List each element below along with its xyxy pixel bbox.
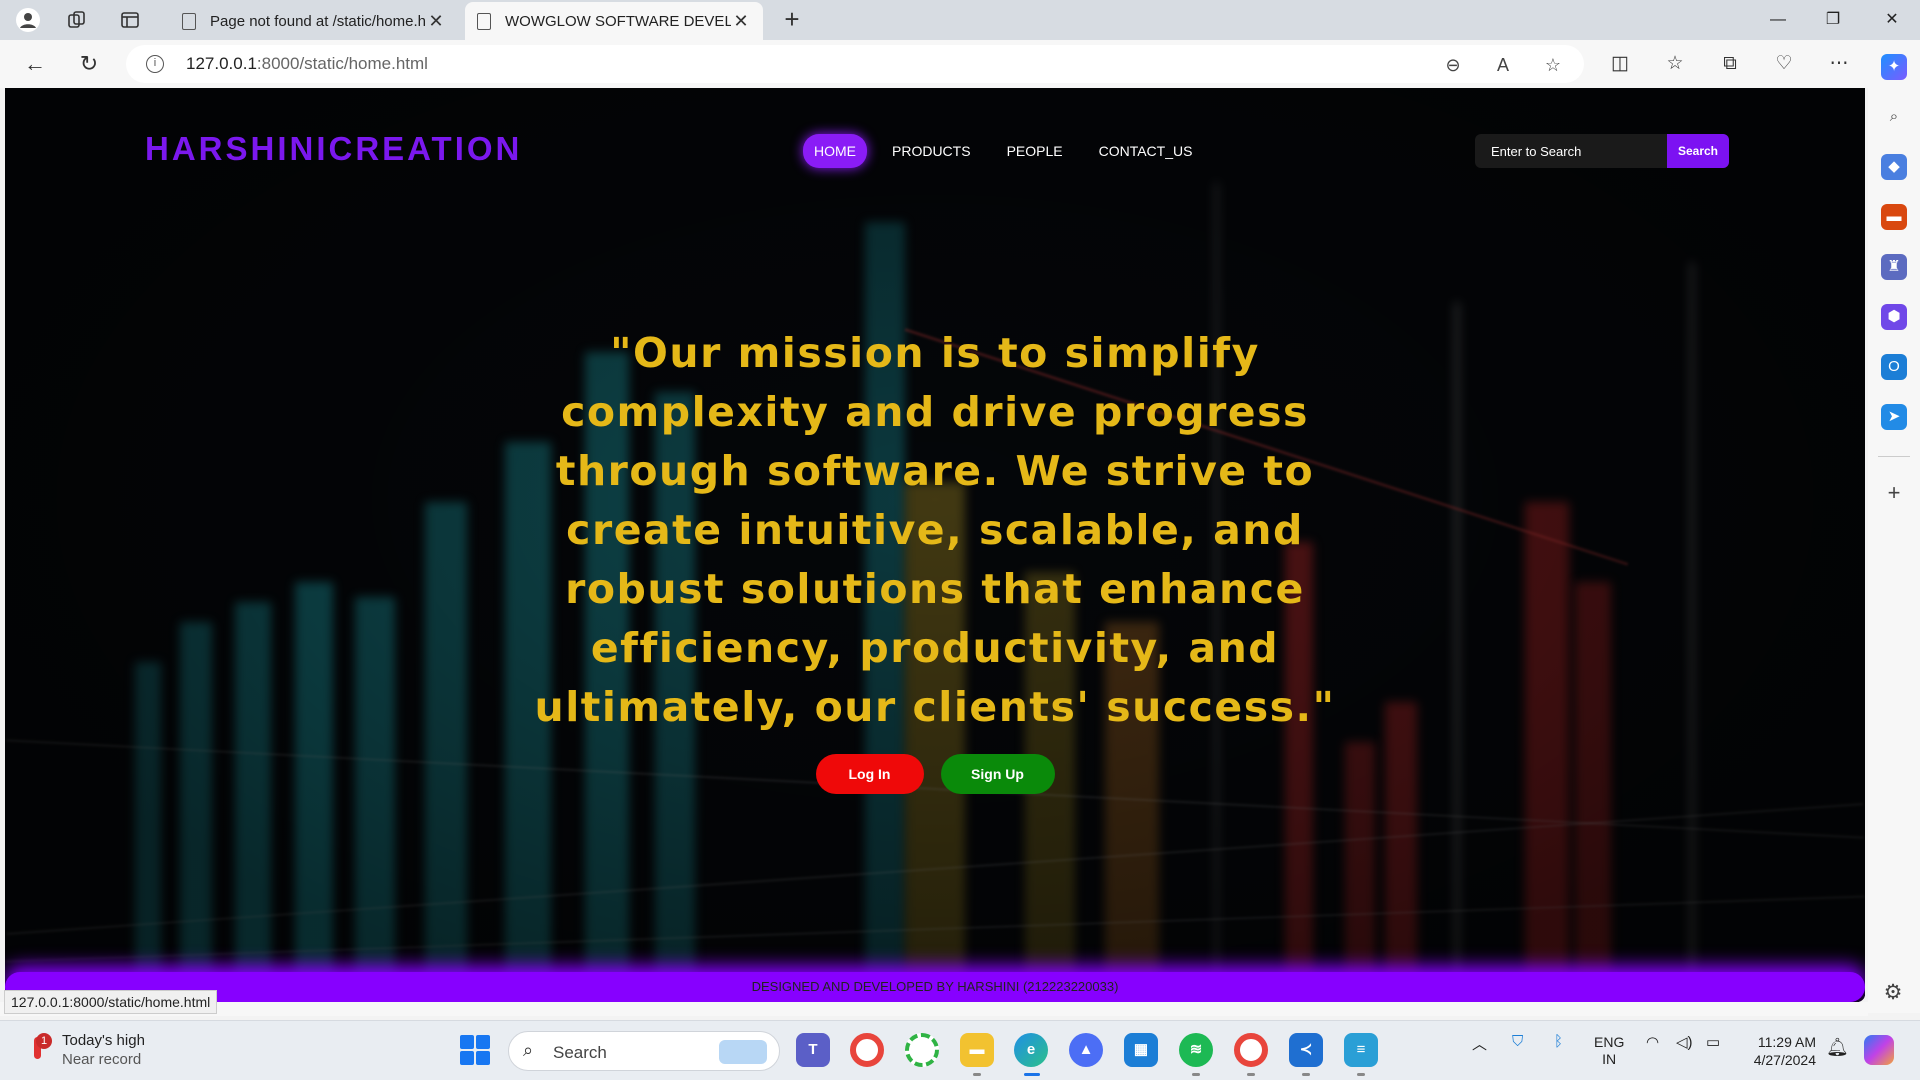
- running-indicator: [1302, 1073, 1310, 1076]
- notepad-icon[interactable]: ≡: [1344, 1033, 1378, 1067]
- copilot-icon[interactable]: ✦: [1881, 54, 1907, 80]
- send-icon[interactable]: ➤: [1881, 404, 1907, 430]
- workspaces-icon[interactable]: [63, 6, 91, 34]
- document-icon: [182, 12, 196, 30]
- running-indicator: [1357, 1073, 1365, 1076]
- bluetooth-icon[interactable]: ᛒ: [1554, 1033, 1563, 1050]
- mission-statement: "Our mission is to simplify complexity a…: [534, 329, 1336, 731]
- site-search: Search: [1475, 134, 1729, 168]
- profile-icon[interactable]: [14, 6, 42, 34]
- address-field[interactable]: i 127.0.0.1:8000/static/home.html ⊖ A ☆: [126, 45, 1584, 83]
- show-hidden-icons-icon[interactable]: ︿: [1472, 1033, 1487, 1054]
- nav-home[interactable]: HOME: [803, 134, 867, 168]
- login-button[interactable]: Log In: [815, 754, 924, 794]
- close-tab-icon[interactable]: ✕: [426, 11, 446, 32]
- minimize-button[interactable]: —: [1758, 6, 1798, 34]
- more-menu-icon[interactable]: ⋯: [1825, 50, 1853, 78]
- add-icon[interactable]: +: [1881, 480, 1907, 506]
- weather-subtitle: Near record: [62, 1051, 142, 1068]
- language-indicator[interactable]: ENG IN: [1594, 1034, 1624, 1068]
- wifi-icon[interactable]: ◠: [1646, 1033, 1659, 1051]
- security-shield-icon[interactable]: ⛉: [1512, 1033, 1523, 1050]
- store-icon[interactable]: ▦: [1124, 1033, 1158, 1067]
- auth-buttons: Log In Sign Up: [5, 754, 1865, 794]
- taskbar-search[interactable]: ⌕ Search: [508, 1031, 780, 1071]
- weather-alert-badge: 1: [36, 1033, 52, 1049]
- search-highlight-icon: [719, 1040, 767, 1064]
- vertical-tabs-icon[interactable]: [116, 6, 144, 34]
- status-bar-url: 127.0.0.1:8000/static/home.html: [4, 990, 218, 1014]
- outlook-icon[interactable]: O: [1881, 354, 1907, 380]
- search-input[interactable]: [1475, 134, 1667, 168]
- file-explorer-icon[interactable]: ▬: [960, 1033, 994, 1067]
- web-page: HARSHINICREATION HOME PRODUCTS PEOPLE CO…: [5, 88, 1865, 1002]
- browser-essentials-icon[interactable]: ♡: [1770, 50, 1798, 78]
- site-info-icon[interactable]: i: [146, 55, 164, 73]
- battery-icon[interactable]: ▭: [1706, 1033, 1720, 1051]
- active-indicator: [1024, 1073, 1040, 1076]
- sidebar-settings-icon[interactable]: ⚙: [1880, 980, 1906, 1006]
- thermometer-icon: 1: [26, 1033, 52, 1065]
- weather-widget[interactable]: 1 Today's high Near record: [26, 1031, 145, 1069]
- running-indicator: [1247, 1073, 1255, 1076]
- tab-page-not-found[interactable]: Page not found at /static/home.h ✕: [170, 2, 458, 40]
- site-footer: DESIGNED AND DEVELOPED BY HARSHINI (2122…: [5, 972, 1865, 1002]
- refresh-button[interactable]: ↻: [74, 50, 104, 80]
- nav-people[interactable]: PEOPLE: [996, 134, 1074, 168]
- notification-bell-icon[interactable]: 🔔︎: [1826, 1037, 1849, 1058]
- search-button[interactable]: Search: [1667, 134, 1729, 168]
- tab-wowglow[interactable]: WOWGLOW SOFTWARE DEVELO ✕: [465, 2, 763, 40]
- tools-icon[interactable]: ▬: [1881, 204, 1907, 230]
- split-screen-icon[interactable]: ◫: [1606, 50, 1634, 78]
- main-nav: HOME PRODUCTS PEOPLE CONTACT_US: [803, 134, 1217, 168]
- zoom-out-icon[interactable]: ⊖: [1442, 54, 1464, 76]
- app-launcher-icon[interactable]: ▲: [1069, 1033, 1103, 1067]
- copilot-taskbar-icon[interactable]: [1864, 1035, 1894, 1065]
- restore-button[interactable]: ❐: [1813, 6, 1853, 34]
- search-icon[interactable]: ⌕: [1881, 104, 1907, 130]
- close-window-button[interactable]: ✕: [1872, 6, 1912, 34]
- running-indicator: [973, 1073, 981, 1076]
- read-aloud-icon[interactable]: A: [1492, 54, 1514, 76]
- volume-icon[interactable]: ◁): [1676, 1033, 1693, 1051]
- edge-icon[interactable]: e: [1014, 1033, 1048, 1067]
- clock-time: 11:29 AM: [1757, 1034, 1816, 1050]
- back-button[interactable]: ←: [20, 50, 50, 80]
- taskbar-search-label: Search: [553, 1043, 607, 1062]
- tab-title: Page not found at /static/home.h: [210, 12, 426, 30]
- chrome-profile-icon[interactable]: [1234, 1033, 1268, 1067]
- document-icon: [477, 12, 491, 30]
- weather-title: Today's high: [62, 1032, 145, 1049]
- new-tab-button[interactable]: +: [778, 6, 806, 34]
- games-icon[interactable]: ♜: [1881, 254, 1907, 280]
- start-button[interactable]: [460, 1035, 490, 1065]
- collections-icon[interactable]: ⧉: [1716, 50, 1744, 78]
- url-text: 127.0.0.1:8000/static/home.html: [186, 54, 428, 73]
- edge-sidebar: ✦ ⌕ ◆ ▬ ♜ ⬢ O ➤ +: [1868, 54, 1920, 1013]
- sidebar-divider: [1878, 456, 1910, 457]
- windows-taskbar: 1 Today's high Near record ⌕ Search T ▬ …: [0, 1020, 1920, 1080]
- favorite-star-icon[interactable]: ☆: [1542, 54, 1564, 76]
- system-clock[interactable]: 11:29 AM 4/27/2024: [1750, 1033, 1816, 1069]
- close-tab-icon[interactable]: ✕: [731, 11, 751, 32]
- spotify-icon[interactable]: ≋: [1179, 1033, 1213, 1067]
- site-logo[interactable]: HARSHINICREATION: [145, 130, 522, 168]
- chrome-icon[interactable]: [850, 1033, 884, 1067]
- nav-contact-us[interactable]: CONTACT_US: [1088, 134, 1204, 168]
- search-icon: ⌕: [523, 1040, 534, 1060]
- vscode-icon[interactable]: ≺: [1289, 1033, 1323, 1067]
- microsoft-365-icon[interactable]: ⬢: [1881, 304, 1907, 330]
- address-bar-row: ← ↻ i 127.0.0.1:8000/static/home.html ⊖ …: [0, 40, 1920, 88]
- loading-app-icon[interactable]: [905, 1033, 939, 1067]
- favorites-icon[interactable]: ☆: [1661, 50, 1689, 78]
- tab-title: WOWGLOW SOFTWARE DEVELO: [505, 12, 731, 30]
- signup-button[interactable]: Sign Up: [940, 754, 1055, 794]
- browser-tab-bar: Page not found at /static/home.h ✕ WOWGL…: [0, 0, 1920, 40]
- running-indicator: [1192, 1073, 1200, 1076]
- browser-bottom-edge: [0, 1002, 1868, 1016]
- nav-products[interactable]: PRODUCTS: [881, 134, 982, 168]
- teams-icon[interactable]: T: [796, 1033, 830, 1067]
- shopping-tag-icon[interactable]: ◆: [1881, 154, 1907, 180]
- clock-date: 4/27/2024: [1753, 1052, 1816, 1068]
